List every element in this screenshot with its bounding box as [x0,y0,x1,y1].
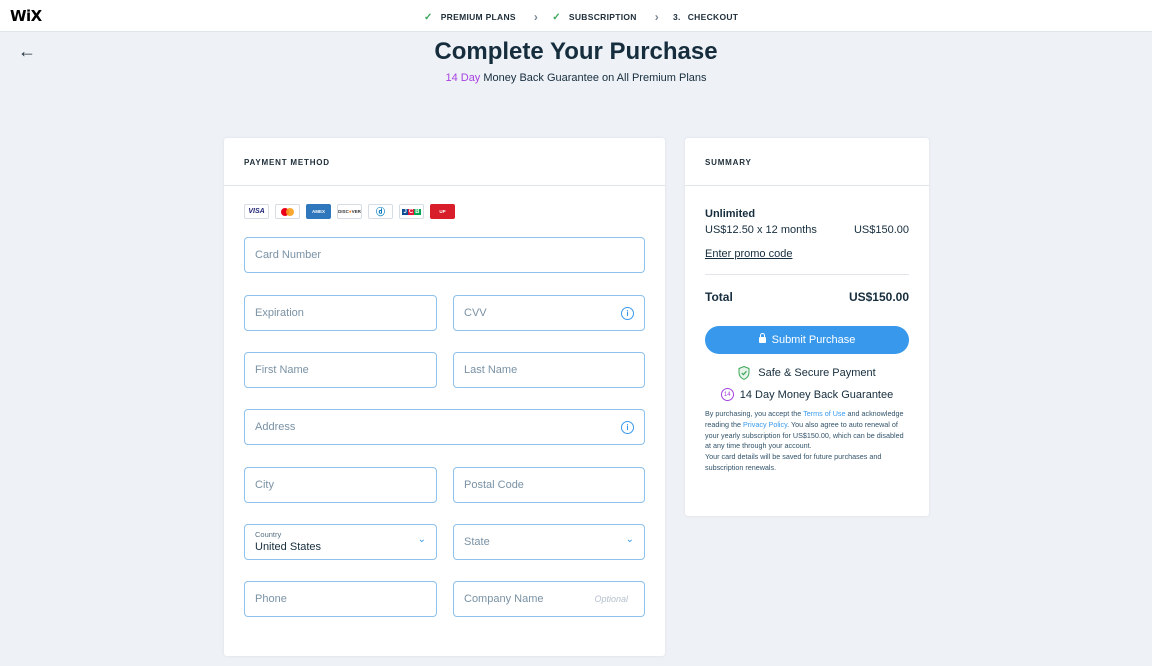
cvv-field[interactable]: CVV i [453,295,645,331]
phone-placeholder: Phone [255,593,287,605]
lock-icon [758,333,766,343]
state-placeholder: State [464,536,490,548]
state-select[interactable]: State ⌄ [453,524,645,560]
last-name-placeholder: Last Name [464,364,518,376]
total-value: US$150.00 [848,290,909,304]
address-field[interactable]: Address i [244,409,645,445]
info-icon[interactable]: i [621,421,634,434]
money-back-label: 14 Day Money Back Guarantee [739,388,894,401]
address-placeholder: Address [255,421,296,433]
visa-logo: VISA [244,204,269,219]
guarantee-text: Money Back Guarantee on All Premium Plan… [483,72,707,84]
payment-method-heading: PAYMENT METHOD [224,138,665,186]
amex-logo: AMEX [306,204,331,219]
chevron-right-icon: › [654,10,660,24]
chevron-down-icon: ⌄ [625,534,634,545]
step-label: PREMIUM PLANS [440,12,516,22]
terms-of-use-link[interactable]: Terms of Use [803,409,845,418]
plan-price: US$150.00 [853,224,909,236]
step-label: SUBSCRIPTION [568,12,637,22]
plan-price-detail: US$12.50 x 12 months [705,224,817,236]
mastercard-logo [275,204,300,219]
city-placeholder: City [255,479,274,491]
total-label: Total [705,290,733,304]
chevron-down-icon: ⌄ [417,534,426,545]
plan-name: Unlimited [705,208,756,220]
checkmark-icon: ✓ [552,11,561,23]
expiration-placeholder: Expiration [255,307,304,319]
first-name-placeholder: First Name [255,364,309,376]
guarantee-highlight: 14 Day [445,72,481,84]
guarantee-subtitle: 14 Day Money Back Guarantee on All Premi… [0,72,1152,84]
card-number-field[interactable]: Card Number [244,237,645,273]
total-row: Total US$150.00 [705,290,909,304]
country-label: Country [255,530,282,539]
cvv-placeholder: CVV [464,307,487,319]
card-logos: VISA AMEX DISC ● VER ⓓ JCB UP [244,204,461,219]
country-value: United States [255,541,322,553]
step-premium-plans[interactable]: ✓ PREMIUM PLANS [424,12,516,23]
last-name-field[interactable]: Last Name [453,352,645,388]
money-back-row: 14 14 Day Money Back Guarantee [705,388,909,401]
company-name-field[interactable]: Company Name Optional [453,581,645,617]
plan-price-row: US$12.50 x 12 months US$150.00 [705,224,909,236]
step-number: 3. [673,12,681,22]
top-bar: WiX ✓ PREMIUM PLANS › ✓ SUBSCRIPTION › 3… [0,0,1152,32]
expiration-field[interactable]: Expiration [244,295,437,331]
legal-text-part: Your card details will be saved for futu… [705,452,882,472]
optional-hint: Optional [594,594,628,604]
postal-code-placeholder: Postal Code [464,479,524,491]
divider [705,274,909,275]
submit-purchase-button[interactable]: Submit Purchase [705,326,909,354]
legal-text: By purchasing, you accept the Terms of U… [705,409,909,474]
page-title: Complete Your Purchase [434,38,718,65]
secure-payment-label: Safe & Secure Payment [758,367,876,379]
privacy-policy-link[interactable]: Privacy Policy [743,420,787,429]
summary-card: SUMMARY Unlimited US$12.50 x 12 months U… [685,138,929,516]
country-select[interactable]: Country United States ⌄ [244,524,437,560]
checkout-steps: ✓ PREMIUM PLANS › ✓ SUBSCRIPTION › 3. CH… [424,10,738,24]
card-number-placeholder: Card Number [255,249,322,261]
step-label: CHECKOUT [687,12,739,22]
shield-check-icon [738,366,750,380]
chevron-right-icon: › [533,10,539,24]
wix-logo[interactable]: WiX [10,7,42,25]
unionpay-logo: UP [430,204,455,219]
phone-field[interactable]: Phone [244,581,437,617]
secure-payment-row: Safe & Secure Payment [705,366,909,380]
info-icon[interactable]: i [621,307,634,320]
company-name-placeholder: Company Name [464,593,544,605]
legal-text-part: By purchasing, you accept the [705,409,804,418]
diners-club-logo: ⓓ [368,204,393,219]
checkmark-icon: ✓ [424,11,433,23]
postal-code-field[interactable]: Postal Code [453,467,645,503]
payment-method-card: PAYMENT METHOD VISA AMEX DISC ● VER ⓓ JCB … [224,138,665,656]
discover-logo: DISC ● VER [337,204,362,219]
submit-label: Submit Purchase [771,334,856,346]
step-subscription[interactable]: ✓ SUBSCRIPTION [552,12,637,23]
city-field[interactable]: City [244,467,437,503]
summary-heading: SUMMARY [685,138,929,186]
step-checkout: 3. CHECKOUT [673,12,738,22]
promo-code-link[interactable]: Enter promo code [705,248,792,260]
first-name-field[interactable]: First Name [244,352,437,388]
money-back-badge-icon: 14 [720,388,734,401]
jcb-logo: JCB [399,204,424,219]
